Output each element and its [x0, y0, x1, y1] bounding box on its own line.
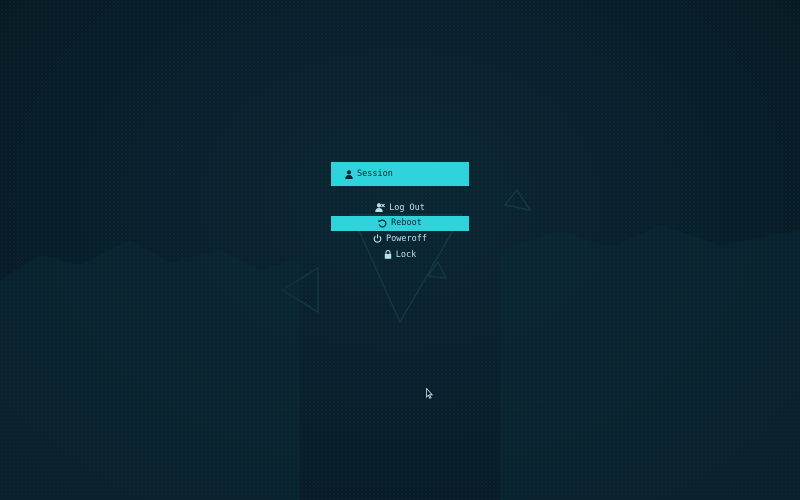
user-icon: [345, 169, 353, 179]
menu-item-label: Lock: [395, 249, 417, 260]
wallpaper-triangle-small: [426, 260, 448, 279]
menu-item-lock[interactable]: Lock: [331, 247, 469, 262]
session-header-label: Session: [357, 169, 393, 179]
wallpaper-triangle-left: [280, 266, 319, 314]
mouse-cursor-icon: [426, 388, 433, 399]
desktop-background: Session Log Out Reboot Poweroff Lock: [0, 0, 800, 500]
lock-icon: [384, 250, 392, 259]
menu-item-log-out[interactable]: Log Out: [331, 200, 469, 215]
menu-item-label: Reboot: [391, 218, 422, 229]
user-logout-icon: [375, 203, 385, 212]
reboot-icon: [378, 219, 387, 228]
wallpaper-triangle-right: [503, 188, 532, 211]
menu-item-label: Poweroff: [386, 233, 427, 244]
menu-item-poweroff[interactable]: Poweroff: [331, 231, 469, 246]
power-menu-list: Log Out Reboot Poweroff Lock: [331, 200, 469, 263]
menu-item-label: Log Out: [389, 202, 425, 213]
power-icon: [373, 234, 382, 243]
session-header[interactable]: Session: [331, 162, 469, 186]
power-menu: Session Log Out Reboot Poweroff Lock: [331, 162, 469, 263]
menu-item-reboot[interactable]: Reboot: [331, 215, 469, 231]
